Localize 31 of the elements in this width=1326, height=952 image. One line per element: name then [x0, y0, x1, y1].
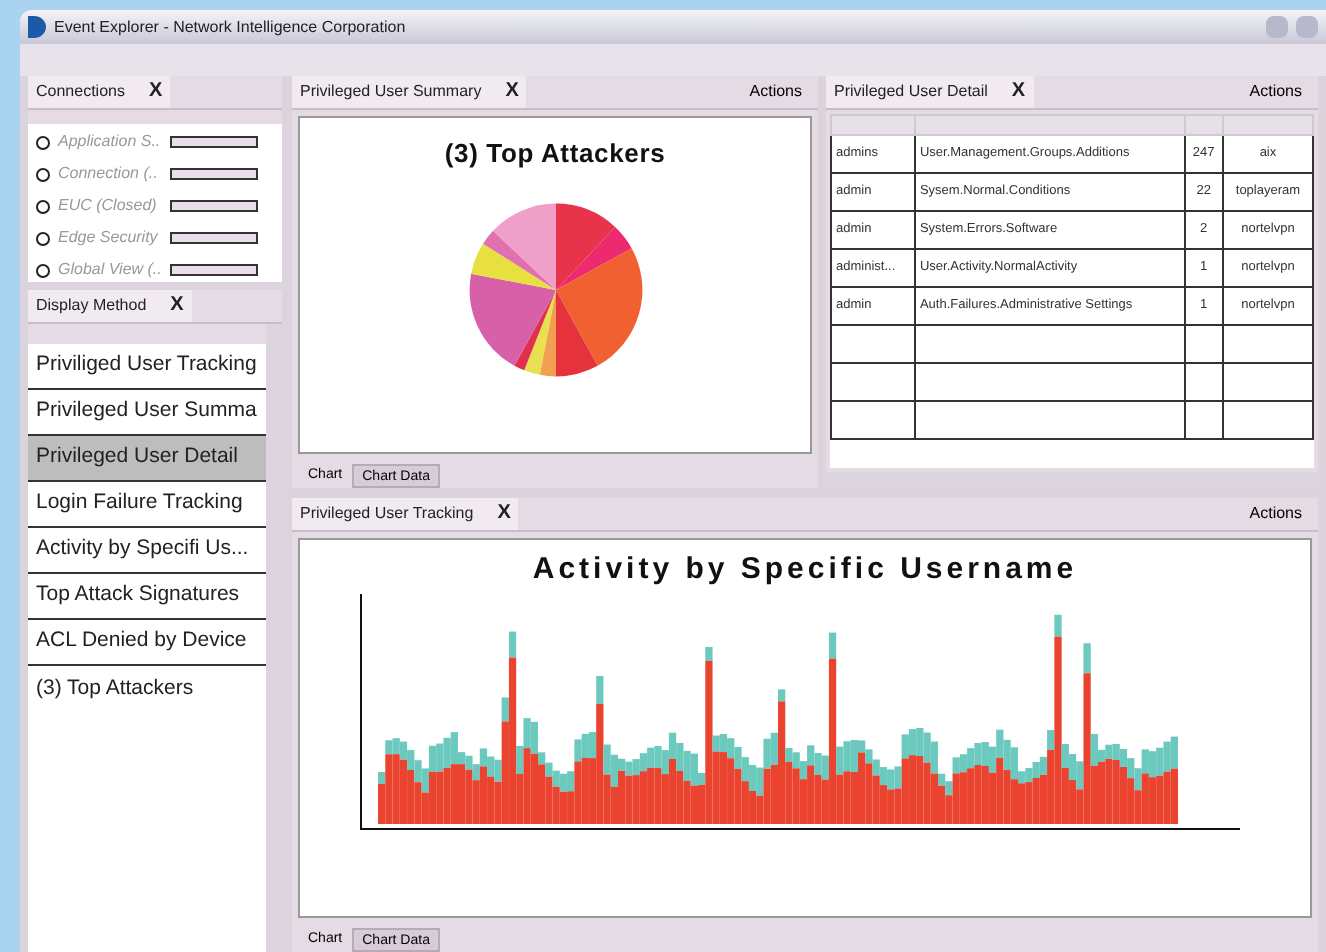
close-button[interactable]: X: [170, 296, 184, 316]
actions-button[interactable]: Actions: [733, 80, 818, 104]
panel-title: Privileged User Tracking: [300, 502, 474, 526]
panel-title: Connections: [36, 80, 125, 104]
minimize-button[interactable]: [1266, 16, 1288, 38]
connection-status-bar: [170, 168, 258, 180]
panel-tab[interactable]: Privileged User Tracking X: [292, 498, 519, 530]
close-button[interactable]: X: [505, 82, 519, 102]
panel-title: Privileged User Summary: [300, 80, 482, 104]
panel-tab[interactable]: Privileged User Summary X: [292, 76, 527, 108]
maximize-button[interactable]: [1296, 16, 1318, 38]
display-method-item[interactable]: Privileged User Detail: [28, 436, 266, 482]
panel-tab[interactable]: Connections X: [28, 76, 171, 108]
scrollbar[interactable]: [266, 324, 282, 952]
close-button[interactable]: X: [148, 82, 163, 102]
window-title: Event Explorer - Network Intelligence Corporation: [54, 15, 406, 39]
panel-title: Display Method: [36, 294, 147, 318]
panel-title: Privileged User Detail: [834, 80, 988, 104]
panel-tab[interactable]: Display Method X: [28, 290, 192, 322]
connection-status-bar: [170, 264, 258, 276]
actions-button[interactable]: Actions: [1233, 502, 1318, 526]
close-button[interactable]: X: [1011, 82, 1026, 102]
actions-button[interactable]: Actions: [1233, 80, 1318, 104]
connection-status-bar: [170, 136, 258, 148]
chart-title: Activity by Specific Username: [532, 550, 1078, 590]
app-logo-icon: [28, 16, 46, 38]
chart-title: (3) Top Attackers: [444, 136, 666, 172]
panel-tab[interactable]: Privileged User Detail X: [826, 76, 1034, 108]
connection-status-bar: [170, 232, 258, 244]
close-button[interactable]: X: [497, 504, 511, 524]
connection-status-bar: [170, 200, 258, 212]
